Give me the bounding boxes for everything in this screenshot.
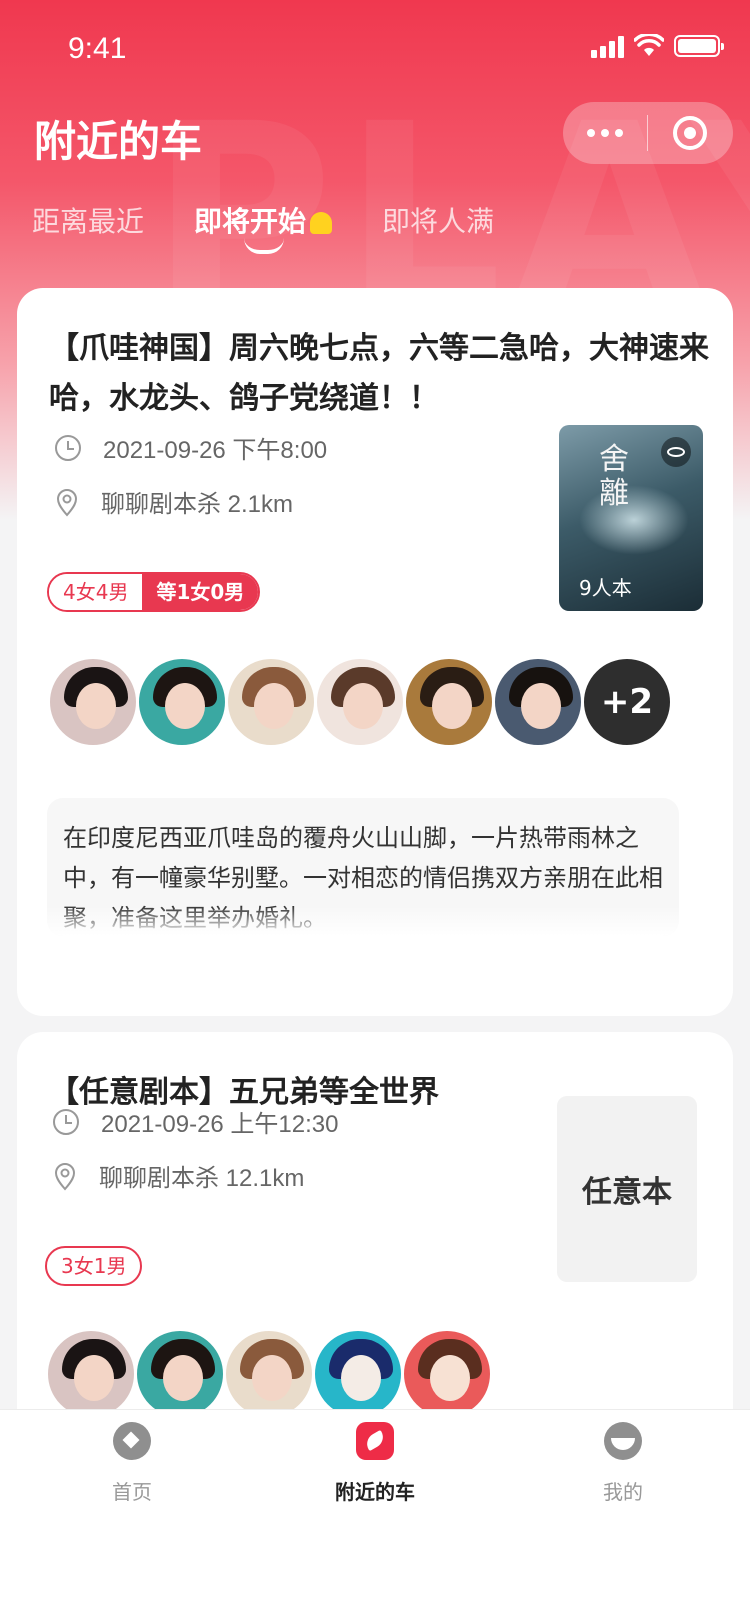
cover-art	[579, 485, 689, 555]
location-pin-icon	[55, 488, 79, 517]
filter-tabs: 距离最近 即将开始 即将人满	[32, 200, 544, 254]
avatar	[314, 656, 406, 748]
tabbar-home[interactable]: 首页	[57, 1422, 207, 1505]
location-text: 聊聊剧本杀 12.1km	[99, 1165, 305, 1192]
tab-label: 即将人满	[382, 205, 495, 238]
avatar-list[interactable]: +2	[47, 656, 673, 748]
location-pin-icon	[53, 1162, 77, 1191]
datetime-text: 2021-09-26 下午8:00	[103, 437, 328, 464]
tabbar-label: 我的	[603, 1480, 643, 1504]
game-card[interactable]: 【爪哇神国】周六晚七点，六等二急哈，大神速来哈，水龙头、鸽子党绕道！！ 2021…	[17, 288, 733, 1016]
avatar	[45, 1328, 137, 1420]
signal-icon	[591, 34, 624, 58]
mini-program-capsule	[563, 102, 733, 164]
avatar	[225, 656, 317, 748]
close-program-button[interactable]	[648, 116, 732, 150]
tabbar-nearby-cars[interactable]: 附近的车	[300, 1422, 450, 1505]
more-menu-button[interactable]	[563, 129, 647, 137]
tabbar-label: 首页	[112, 1480, 152, 1504]
tag-group: 4女4男 等1女0男	[47, 572, 261, 612]
status-bar: 9:41	[0, 0, 750, 96]
avatar	[223, 1328, 315, 1420]
composition-tag: 3女1男	[45, 1246, 143, 1286]
script-description: 在印度尼西亚爪哇岛的覆舟火山山脚，一片热带雨林之中，有一幢豪华别墅。一对相恋的情…	[47, 798, 679, 936]
status-time: 9:41	[68, 32, 127, 65]
avatar	[47, 656, 139, 748]
eye-icon	[661, 437, 691, 467]
avatar	[492, 656, 584, 748]
game-card[interactable]: 【任意剧本】五兄弟等全世界 2021-09-26 上午12:30 聊聊剧本杀 1…	[17, 1032, 733, 1452]
tab-label: 距离最近	[32, 205, 145, 238]
card-title: 【爪哇神国】周六晚七点，六等二急哈，大神速来哈，水龙头、鸽子党绕道！！	[49, 331, 709, 416]
battery-icon	[674, 35, 724, 57]
datetime-row: 2021-09-26 上午12:30	[53, 1104, 339, 1139]
profile-icon	[604, 1422, 642, 1460]
datetime-text: 2021-09-26 上午12:30	[101, 1111, 339, 1138]
tabbar-profile[interactable]: 我的	[548, 1422, 698, 1505]
target-icon	[673, 116, 707, 150]
cover-title: 舍 離	[599, 442, 629, 511]
player-tags: 4女4男 等1女0男	[47, 572, 261, 612]
avatar-list[interactable]	[45, 1328, 493, 1420]
tab-label: 即将开始	[194, 205, 307, 238]
avatar	[403, 656, 495, 748]
clock-icon	[53, 1108, 79, 1135]
script-cover[interactable]: 任意本	[557, 1096, 697, 1282]
page-title: 附近的车	[34, 117, 203, 166]
wifi-icon	[634, 34, 664, 56]
avatar	[401, 1328, 493, 1420]
clock-icon	[55, 434, 81, 461]
home-icon	[113, 1422, 151, 1460]
location-text: 聊聊剧本杀 2.1km	[101, 491, 294, 518]
cover-players-label: 9人本	[579, 576, 632, 600]
datetime-row: 2021-09-26 下午8:00	[55, 430, 327, 465]
location-row: 聊聊剧本杀 2.1km	[55, 484, 293, 519]
tag-group: 3女1男	[45, 1246, 143, 1286]
status-icons	[591, 34, 724, 58]
waiting-tag: 等1女0男	[142, 574, 259, 610]
avatar	[134, 1328, 226, 1420]
tab-almost-full[interactable]: 即将人满	[382, 200, 494, 240]
tabbar-label: 附近的车	[335, 1480, 415, 1504]
script-cover[interactable]: 舍 離 9人本	[559, 425, 703, 611]
avatar	[136, 656, 228, 748]
location-row: 聊聊剧本杀 12.1km	[53, 1158, 304, 1193]
composition-tag: 4女4男	[49, 574, 143, 610]
more-avatars-badge: +2	[581, 656, 673, 748]
bottom-tab-bar: 首页 附近的车 我的	[0, 1409, 750, 1624]
car-icon	[356, 1422, 394, 1460]
cover-text: 任意本	[582, 1175, 672, 1210]
avatar	[312, 1328, 404, 1420]
tab-nearest[interactable]: 距离最近	[32, 200, 144, 240]
tab-starting-soon[interactable]: 即将开始	[194, 200, 333, 254]
bell-icon	[310, 212, 333, 234]
